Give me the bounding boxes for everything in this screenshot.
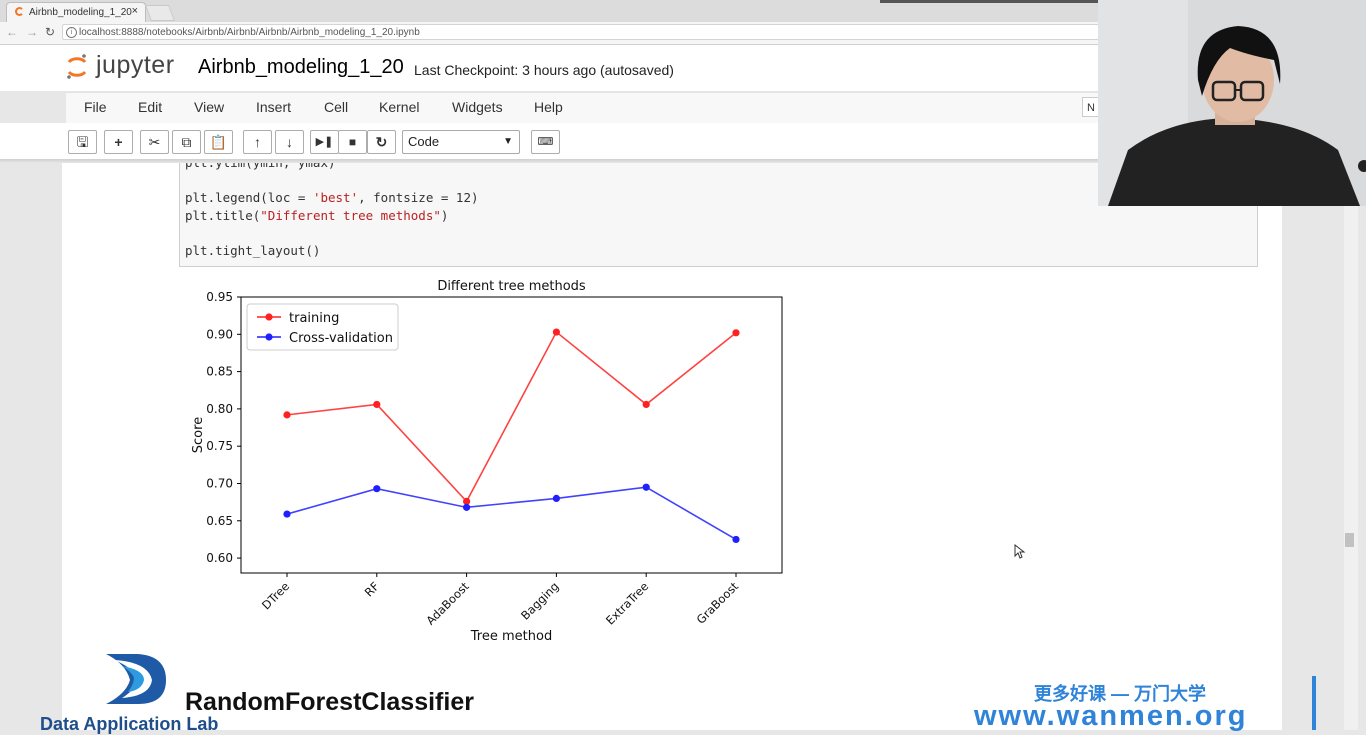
menu-help[interactable]: Help [534,99,563,115]
x-tick-label: DTree [259,579,292,612]
y-tick-label: 0.85 [206,365,233,379]
menu-edit[interactable]: Edit [138,99,162,115]
toolbar-shadow [0,159,1100,163]
legend-label: Cross-validation [289,331,393,346]
series-point [463,503,471,511]
x-tick-label: GraBoost [694,579,742,627]
y-tick-label: 0.60 [206,551,233,565]
y-tick-label: 0.90 [206,327,233,341]
output-chart: Different tree methods 0.60 0.65 0.70 0.75 0.… [191,279,783,644]
restart-icon[interactable]: ↻ [367,130,396,154]
code-line: plt.title("Different tree methods") [185,208,449,223]
y-tick-label: 0.70 [206,476,233,490]
overlay-heading: RandomForestClassifier [185,688,474,716]
url-bar[interactable]: i localhost:8888/notebooks/Airbnb/Airbnb… [62,24,1102,40]
series-point [552,494,560,503]
code-line: plt.tight_layout() [185,243,321,258]
keyboard-icon[interactable]: ⌨ [531,130,560,154]
cell-type-select[interactable]: Code ▼ [402,130,520,154]
menu-widgets[interactable]: Widgets [452,99,503,115]
stop-icon[interactable]: ■ [338,130,367,154]
watermark-bar [1312,676,1316,730]
dal-logo-icon [106,654,166,704]
series-point [642,483,650,491]
menu-view[interactable]: View [194,99,224,115]
y-tick-label: 0.75 [206,439,233,453]
chevron-down-icon: ▼ [503,136,513,147]
checkpoint-status: Last Checkpoint: 3 hours ago (autosaved) [414,62,674,78]
x-tick-label: RF [362,579,382,599]
jupyter-logo-text[interactable]: jupyter [96,51,175,80]
info-icon[interactable]: i [66,27,77,38]
plus-icon[interactable]: + [104,130,133,154]
y-tick-label: 0.95 [206,290,233,304]
tab-close-icon[interactable]: × [132,5,138,17]
reload-icon[interactable]: ↻ [45,25,55,39]
legend-marker [265,313,273,321]
series-point [552,328,560,336]
step-icon[interactable]: ▶❚ [310,130,339,154]
scrollbar-thumb[interactable] [1345,533,1354,547]
series-point [732,329,740,337]
copy-icon[interactable]: ⧉ [172,130,201,154]
x-tick-label: ExtraTree [603,579,651,627]
series-point [642,400,650,409]
menu-file[interactable]: File [84,99,107,115]
jupyter-logo-icon [67,54,87,79]
x-tick-label: AdaBoost [423,579,472,628]
series-point [283,411,291,419]
back-icon[interactable]: ← [6,25,18,39]
y-axis-label: Score [191,417,206,453]
menu-bar [66,92,1166,124]
scrollbar-track[interactable] [1344,206,1358,730]
arrow-down-icon[interactable]: ↓ [275,130,304,154]
browser-tab[interactable]: Airbnb_modeling_1_20 × [6,2,146,23]
arrow-up-icon[interactable]: ↑ [243,130,272,154]
overlay-lab-name: Data Application Lab [40,714,219,734]
series-point [373,485,381,493]
forward-icon[interactable]: → [26,25,38,39]
notebook-title[interactable]: Airbnb_modeling_1_20 [198,56,404,79]
save-icon[interactable]: 🖫 [68,130,97,154]
url-text: localhost:8888/notebooks/Airbnb/Airbnb/A… [79,27,420,38]
series-point [732,535,740,544]
code-line: plt.legend(loc = 'best', fontsize = 12) [185,190,479,205]
jupyter-favicon-icon [15,7,24,16]
menu-cell[interactable]: Cell [324,99,348,115]
webcam-video [1098,0,1366,206]
menu-insert[interactable]: Insert [256,99,291,115]
x-axis-label: Tree method [470,629,552,644]
menu-kernel[interactable]: Kernel [379,99,419,115]
y-tick-label: 0.65 [206,514,233,528]
watermark-url: www.wanmen.org [974,700,1248,732]
y-tick-label: 0.80 [206,402,233,416]
series-point [283,510,291,518]
mouse-cursor-icon [1014,544,1026,559]
series-point [373,400,381,409]
cut-icon[interactable]: ✂ [140,130,169,154]
legend-label: training [289,311,339,326]
x-tick-label: Bagging [518,579,561,622]
tab-title: Airbnb_modeling_1_20 [29,7,132,18]
paste-icon[interactable]: 📋 [204,130,233,154]
chart-title: Different tree methods [437,279,586,294]
legend-marker [265,333,273,341]
